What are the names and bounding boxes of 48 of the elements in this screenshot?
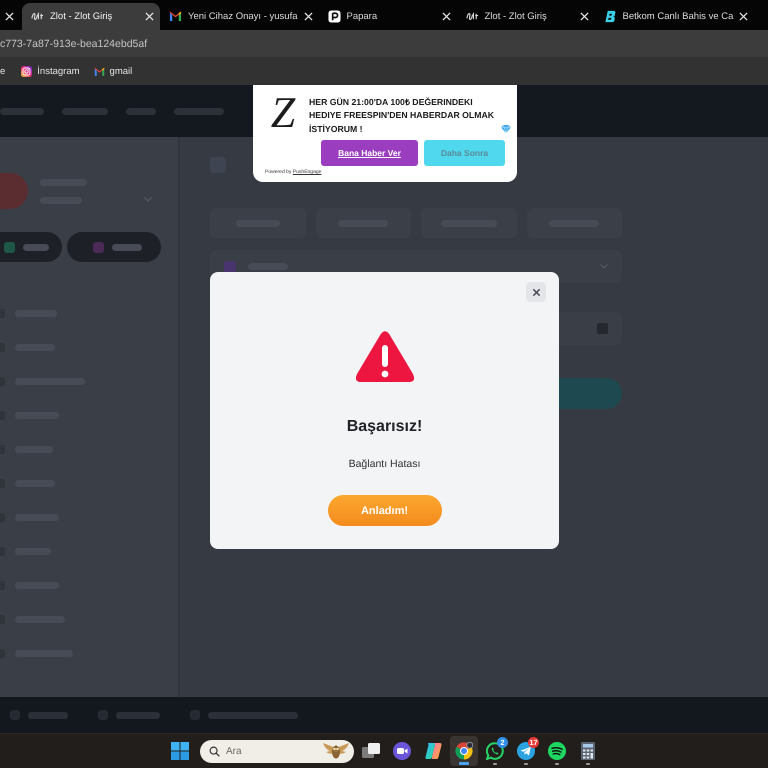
dialog-title: Başarısız! [346, 417, 422, 437]
browser-tab[interactable]: Zlot - Zlot Giriş [456, 3, 594, 30]
subscribe-button[interactable]: Bana Haber Ver [321, 140, 418, 166]
blurred-text [112, 244, 142, 250]
chevron-down-icon [600, 264, 608, 269]
browser-tab[interactable]: Yeni Cihaz Onayı - yusufa [160, 3, 318, 30]
sound-waves-icon [548, 742, 566, 760]
blurred-text [23, 244, 49, 250]
blurred-text [126, 108, 156, 114]
blurred-text [62, 108, 108, 114]
close-button[interactable] [526, 282, 546, 302]
owl-icon [322, 742, 350, 760]
mail-logo-icon [94, 66, 105, 76]
script-logo-icon [466, 10, 478, 23]
bookmark-link[interactable]: e [0, 62, 8, 80]
search-field[interactable]: Ara [200, 740, 354, 762]
address-field[interactable]: c773-7a87-913e-bea124ebd5af [0, 30, 768, 57]
browser-tab[interactable]: Zlot - Zlot Giriş [22, 3, 160, 30]
bookmark-link[interactable]: İnstagram [19, 62, 82, 80]
warning-icon [354, 330, 414, 383]
chevron-down-icon [144, 196, 152, 202]
notification-message: HER GÜN 21:00'DA 100₺ DEĞERINDEKI HEDIYE FREESPIN'DEN HABERDAR OLMAK İSTİYORUM ! [309, 96, 495, 136]
blurred-text [28, 712, 68, 718]
tricolor-circle-icon [455, 742, 473, 760]
gradient-camera-icon [21, 66, 32, 76]
slanted-bars-logo-icon [424, 742, 442, 760]
bookmark-link[interactable]: gmail [92, 62, 134, 80]
diamond-icon [501, 125, 511, 133]
close-icon[interactable] [532, 288, 540, 296]
script-logo-icon [31, 10, 44, 23]
video-camera-icon [393, 742, 411, 760]
logo-letter: Z [270, 90, 296, 136]
b-logo-icon [604, 10, 616, 23]
browser-tab[interactable]: Betkom Canlı Bahis ve Ca [594, 3, 754, 30]
stacked-windows-icon [362, 742, 380, 760]
blurred-text [116, 712, 160, 718]
blurred-text [0, 108, 44, 114]
blurred-text [174, 108, 224, 114]
p-tile-logo-icon [328, 10, 340, 23]
taskbar-app-button[interactable] [450, 736, 478, 766]
dialog-message: Bağlantı Hatası [348, 458, 420, 471]
four-squares-icon [171, 742, 189, 760]
blurred-square-icon [597, 323, 608, 334]
search-icon [209, 746, 220, 756]
mail-logo-icon [169, 10, 182, 23]
calculator-icon [579, 742, 597, 760]
blurred-square-icon [224, 260, 236, 272]
browser-tab[interactable]: Papara [318, 3, 456, 30]
